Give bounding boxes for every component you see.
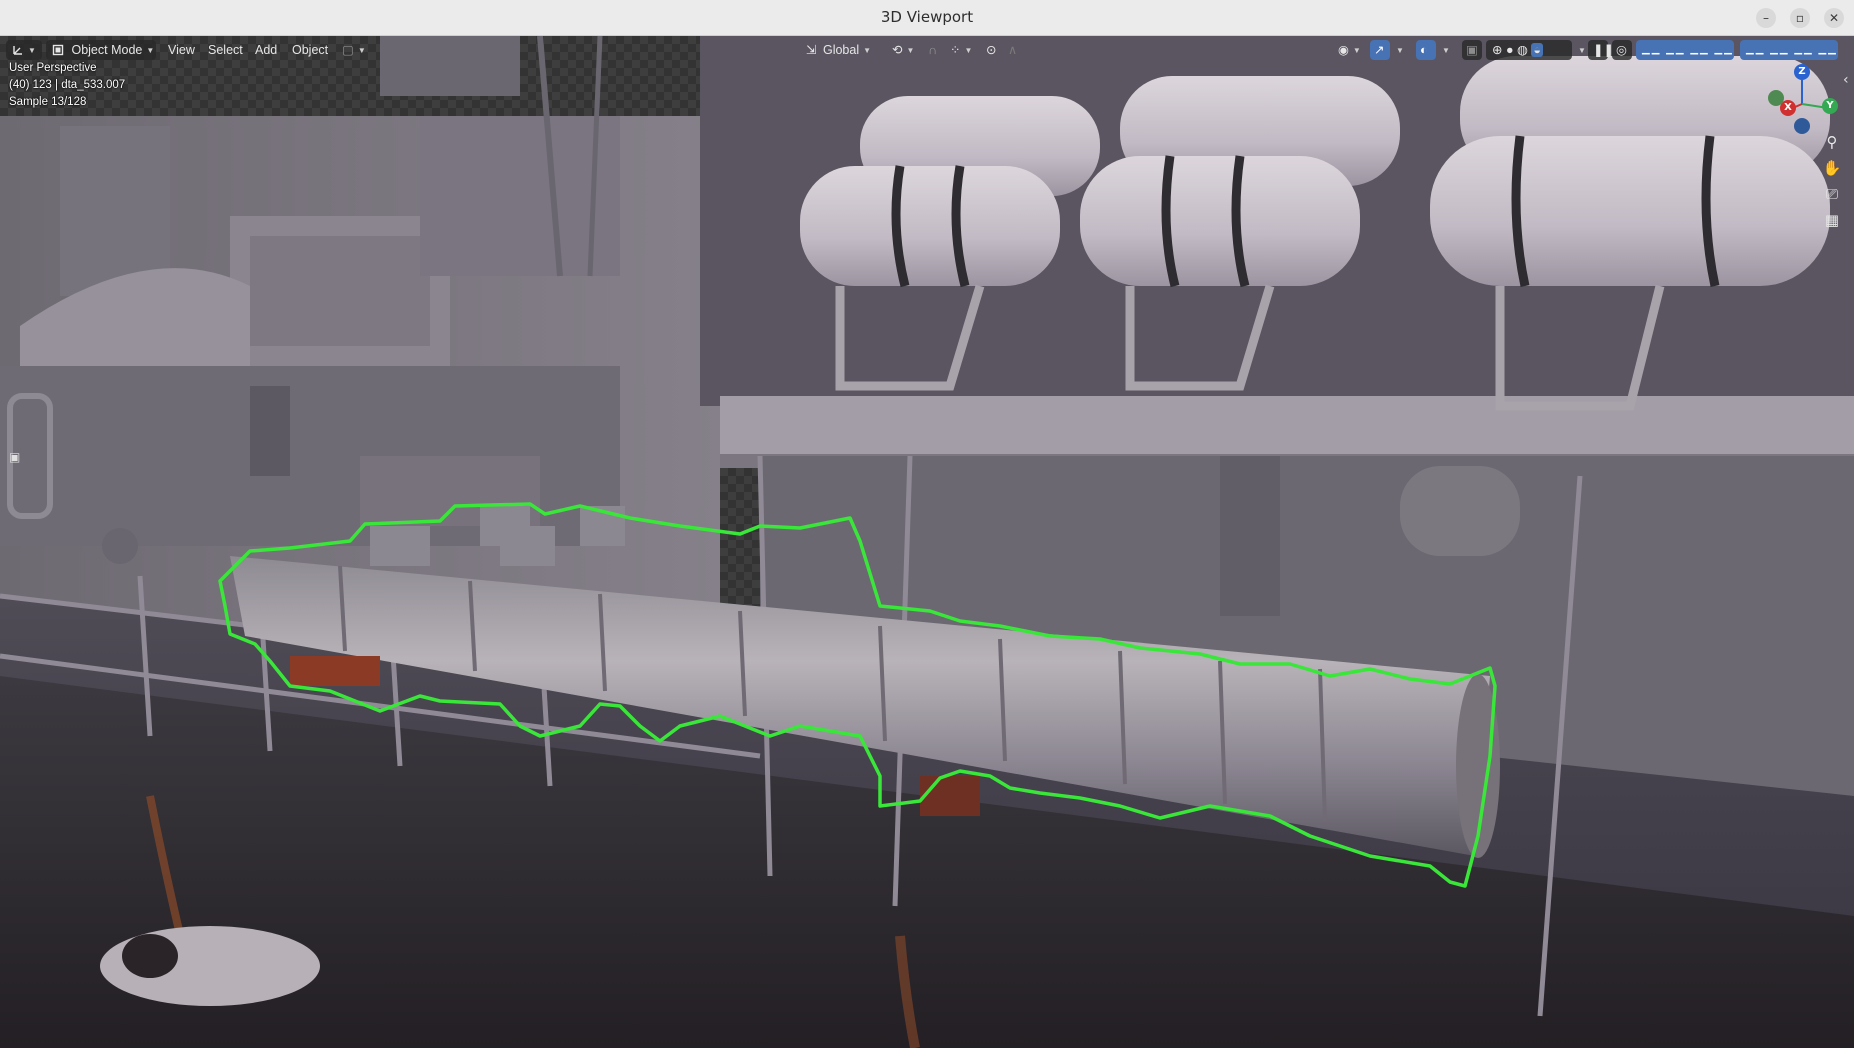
gizmo-toggle[interactable]: ▢ ▼ bbox=[336, 40, 368, 60]
orientation-icon: ⇲ bbox=[806, 43, 817, 57]
viewport-3d[interactable]: ▼ Object Mode ▼ View Select Add Object ▢ ▼… bbox=[0, 36, 1854, 1048]
gizmo-y-axis[interactable]: Y bbox=[1822, 98, 1838, 114]
visibility-icon: ◉ bbox=[1338, 43, 1349, 57]
gizmo-z-axis[interactable]: Z bbox=[1794, 64, 1810, 80]
pivot-point-dropdown[interactable]: ⟲ ▼ bbox=[886, 40, 920, 60]
falloff-icon: ∧ bbox=[1008, 43, 1018, 57]
menu-view[interactable]: View bbox=[162, 40, 201, 60]
view-perspective-label: User Perspective bbox=[9, 62, 97, 74]
orientation-label: Global bbox=[822, 43, 860, 57]
sidebar-toggle-icon[interactable]: ‹ bbox=[1843, 72, 1849, 88]
editor-type-button[interactable]: ▼ bbox=[6, 40, 42, 60]
snap-toggle[interactable]: ∩ bbox=[922, 40, 944, 60]
xray-toggle[interactable]: ▣ bbox=[1462, 40, 1482, 60]
menu-add[interactable]: Add bbox=[249, 40, 283, 60]
pause-icon: ❚❚ bbox=[1593, 43, 1614, 57]
snap-target-dropdown[interactable]: ⁘ ▼ bbox=[944, 40, 976, 60]
minimize-button[interactable]: – bbox=[1756, 8, 1776, 28]
magnet-icon: ∩ bbox=[928, 43, 937, 57]
window-titlebar: 3D Viewport – ▫ ✕ bbox=[0, 0, 1854, 36]
pan-hand-icon[interactable]: ✋ bbox=[1820, 156, 1844, 180]
pause-render-button[interactable]: ❚❚ bbox=[1588, 40, 1614, 60]
mode-dropdown[interactable]: Object Mode ▼ bbox=[46, 40, 156, 60]
layer-slots-icon: ▁▁ ▁▁ ▁▁ ▁▁ bbox=[1746, 44, 1838, 55]
chevron-down-icon: ▼ bbox=[1396, 46, 1404, 55]
transform-orientation-dropdown[interactable]: ⇲ Global ▼ bbox=[800, 40, 882, 60]
chevron-down-icon: ▼ bbox=[1442, 46, 1450, 55]
overlays-icon: ◐ bbox=[1420, 43, 1428, 57]
window-title: 3D Viewport bbox=[880, 8, 974, 26]
proportional-edit-toggle[interactable]: ⊙ bbox=[980, 40, 1002, 60]
shading-dropdown[interactable]: ▼ bbox=[1572, 40, 1586, 60]
grid-snap-icon: ⁘ bbox=[950, 43, 961, 57]
chevron-down-icon: ▼ bbox=[28, 46, 36, 55]
axes-icon bbox=[13, 46, 22, 55]
overlays-toggle[interactable]: ◐ bbox=[1416, 40, 1436, 60]
proportional-edit-icon: ⊙ bbox=[986, 43, 997, 57]
camera-view-icon[interactable]: ⎚ bbox=[1820, 182, 1844, 206]
mode-label: Object Mode bbox=[71, 43, 143, 57]
chevron-down-icon: ▼ bbox=[1578, 46, 1586, 55]
chevron-down-icon: ▼ bbox=[906, 46, 915, 55]
chevron-down-icon: ▼ bbox=[1352, 46, 1361, 55]
chevron-down-icon: ▼ bbox=[146, 46, 155, 55]
maximize-button[interactable]: ▫ bbox=[1790, 8, 1810, 28]
pivot-icon: ⟲ bbox=[892, 43, 903, 57]
menu-select[interactable]: Select bbox=[202, 40, 249, 60]
xray-icon: ▣ bbox=[1466, 43, 1478, 57]
overlays-dropdown[interactable]: ▼ bbox=[1436, 40, 1450, 60]
menu-object[interactable]: Object bbox=[286, 40, 334, 60]
render-sample-counter: Sample 13/128 bbox=[9, 96, 87, 108]
close-button[interactable]: ✕ bbox=[1824, 8, 1844, 28]
falloff-dropdown[interactable]: ∧ bbox=[1002, 40, 1026, 60]
wireframe-shading-icon[interactable]: ⊕ bbox=[1492, 43, 1502, 57]
material-shading-icon[interactable]: ◍ bbox=[1517, 43, 1528, 57]
layer-slots-icon: ▁▁ ▁▁ ▁▁ ▁▁ bbox=[1642, 44, 1734, 55]
eye-icon: ◎ bbox=[1616, 43, 1627, 57]
solid-shading-icon[interactable]: ● bbox=[1506, 43, 1514, 57]
gizmo-neg-z-axis[interactable] bbox=[1794, 118, 1810, 134]
perspective-toggle-icon[interactable]: ▦ bbox=[1820, 208, 1844, 232]
chevron-down-icon: ▼ bbox=[964, 46, 973, 55]
shading-modes[interactable]: ⊕ ● ◍ ◒ bbox=[1486, 40, 1572, 60]
gizmos-toggle[interactable]: ↗ bbox=[1370, 40, 1390, 60]
visibility-dropdown[interactable]: ◉ ▼ bbox=[1332, 40, 1366, 60]
object-mode-icon bbox=[52, 44, 64, 56]
chevron-down-icon: ▼ bbox=[357, 46, 366, 55]
zoom-icon[interactable]: ⚲ bbox=[1820, 130, 1844, 154]
gizmo-arrows-icon: ↗ bbox=[1374, 43, 1385, 57]
chevron-down-icon: ▼ bbox=[863, 46, 872, 55]
toolbar-toggle-icon[interactable]: ▣ bbox=[9, 450, 20, 464]
gizmo-neg-y-axis[interactable] bbox=[1768, 90, 1784, 106]
viewport-header: ▼ Object Mode ▼ View Select Add Object ▢ ▼… bbox=[0, 36, 1854, 64]
square-icon: ▢ bbox=[342, 43, 354, 57]
gizmos-dropdown[interactable]: ▼ bbox=[1390, 40, 1404, 60]
rendered-shading-icon[interactable]: ◒ bbox=[1531, 43, 1543, 57]
render-layer-selector[interactable]: ▁▁ ▁▁ ▁▁ ▁▁ bbox=[1740, 40, 1838, 60]
view-layer-selector[interactable]: ▁▁ ▁▁ ▁▁ ▁▁ bbox=[1636, 40, 1734, 60]
active-object-info: (40) 123 | dta_533.007 bbox=[9, 79, 126, 91]
rendered-scene[interactable] bbox=[0, 36, 1854, 1048]
viewport-view-toggle[interactable]: ◎ bbox=[1612, 40, 1632, 60]
